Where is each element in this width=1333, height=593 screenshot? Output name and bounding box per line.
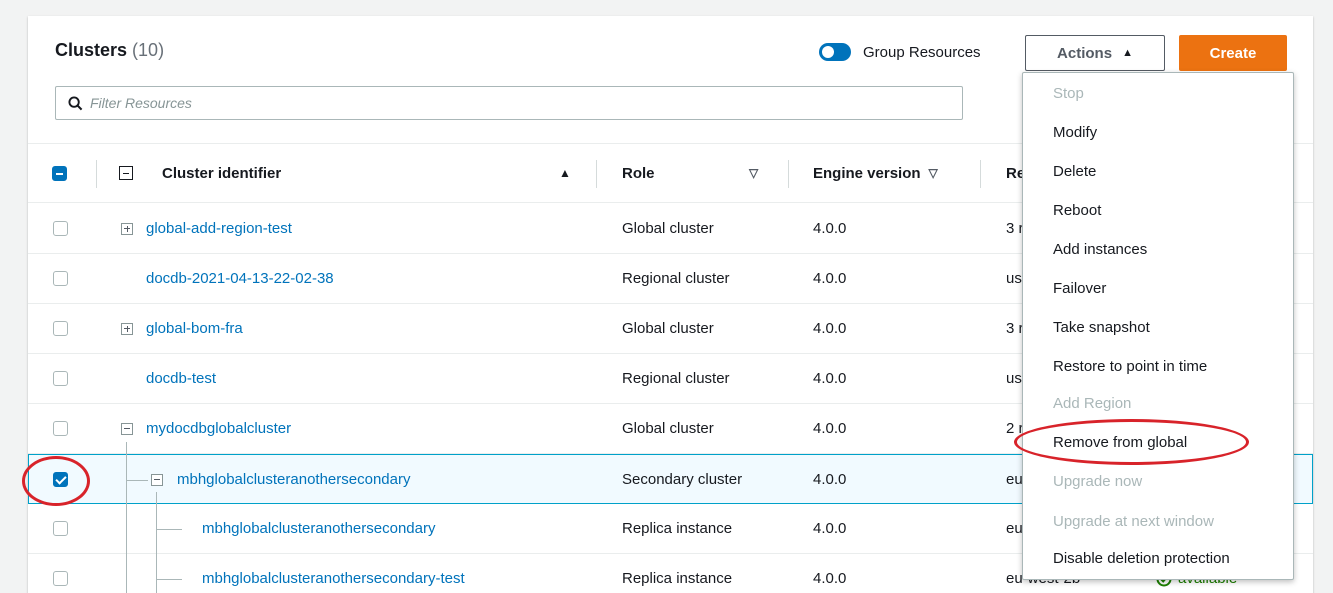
role-cell: Regional cluster <box>622 270 730 287</box>
column-role-label: Role <box>622 164 655 182</box>
row-checkbox[interactable] <box>53 221 68 236</box>
tree-connector <box>156 579 182 580</box>
row-checkbox[interactable] <box>53 371 68 386</box>
menu-item-disable-deletion-protection[interactable]: Disable deletion protection <box>1053 550 1230 567</box>
row-checkbox[interactable] <box>53 271 68 286</box>
expand-icon[interactable] <box>121 322 133 335</box>
region-cell: eu <box>1006 471 1023 488</box>
page-title-text: Clusters <box>55 40 128 60</box>
role-cell: Regional cluster <box>622 370 730 387</box>
collapse-icon[interactable] <box>151 473 163 486</box>
role-cell: Global cluster <box>622 320 714 337</box>
column-divider <box>96 160 97 188</box>
column-cluster-identifier[interactable]: Cluster identifier <box>162 144 281 202</box>
column-divider <box>788 160 789 188</box>
collapse-icon[interactable] <box>121 422 133 435</box>
actions-dropdown-menu: Stop Modify Delete Reboot Add instances … <box>1022 72 1294 580</box>
column-divider <box>596 160 597 188</box>
row-checkbox[interactable] <box>53 521 68 536</box>
engine-cell: 4.0.0 <box>813 420 847 437</box>
page-title: Clusters (10) <box>55 40 164 61</box>
collapse-all-icon[interactable] <box>119 166 133 180</box>
search-icon <box>66 94 84 112</box>
role-cell: Secondary cluster <box>622 471 743 488</box>
sort-icon[interactable]: ▽ <box>749 144 758 202</box>
engine-cell: 4.0.0 <box>813 570 847 587</box>
role-cell: Global cluster <box>622 420 714 437</box>
caret-up-icon: ▲ <box>1122 47 1133 59</box>
cluster-identifier-link[interactable]: mbhglobalclusteranothersecondary-test <box>202 554 465 593</box>
cluster-identifier-link[interactable]: global-bom-fra <box>146 304 243 353</box>
annotation-circle-remove-from-global <box>1014 419 1249 465</box>
tree-connector <box>126 480 148 481</box>
actions-button[interactable]: Actions ▲ <box>1025 35 1165 71</box>
region-cell: eu <box>1006 520 1023 537</box>
column-engine-version-label: Engine version <box>813 164 921 182</box>
column-divider <box>980 160 981 188</box>
annotation-circle-checkbox <box>22 456 90 506</box>
toggle-label: Group Resources <box>863 43 981 61</box>
select-all-checkbox-cell[interactable] <box>52 144 67 202</box>
engine-cell: 4.0.0 <box>813 270 847 287</box>
column-engine-version[interactable]: Engine version ▽ <box>813 144 938 202</box>
role-cell: Replica instance <box>622 520 733 537</box>
menu-item-modify[interactable]: Modify <box>1053 124 1097 141</box>
create-button[interactable]: Create <box>1179 35 1287 71</box>
menu-item-stop: Stop <box>1053 85 1084 102</box>
collapse-all-cell[interactable] <box>119 144 133 202</box>
role-cell: Global cluster <box>622 220 714 237</box>
menu-item-add-region: Add Region <box>1053 395 1132 412</box>
tree-connector <box>126 442 127 593</box>
menu-item-upgrade-at-next-window: Upgrade at next window <box>1053 513 1214 530</box>
cluster-identifier-link[interactable]: mbhglobalclusteranothersecondary <box>202 504 435 553</box>
engine-cell: 4.0.0 <box>813 320 847 337</box>
row-checkbox[interactable] <box>53 421 68 436</box>
menu-item-delete[interactable]: Delete <box>1053 163 1096 180</box>
filter-resources-search[interactable] <box>55 86 963 120</box>
engine-cell: 4.0.0 <box>813 220 847 237</box>
menu-item-take-snapshot[interactable]: Take snapshot <box>1053 319 1150 336</box>
tree-connector <box>156 529 182 530</box>
row-checkbox[interactable] <box>53 571 68 586</box>
cluster-identifier-link[interactable]: docdb-test <box>146 354 216 403</box>
row-checkbox[interactable] <box>53 321 68 336</box>
search-input[interactable] <box>90 95 890 111</box>
menu-item-add-instances[interactable]: Add instances <box>1053 241 1147 258</box>
create-button-label: Create <box>1209 44 1257 62</box>
cluster-count: (10) <box>132 40 165 60</box>
group-resources-toggle[interactable]: Group Resources <box>819 43 981 61</box>
toggle-switch[interactable] <box>819 43 851 61</box>
column-role[interactable]: Role <box>622 144 655 202</box>
menu-item-failover[interactable]: Failover <box>1053 280 1106 297</box>
menu-item-restore-to-point-in-time[interactable]: Restore to point in time <box>1053 358 1207 375</box>
engine-cell: 4.0.0 <box>813 370 847 387</box>
role-cell: Replica instance <box>622 570 733 587</box>
tree-connector <box>156 492 157 593</box>
menu-item-reboot[interactable]: Reboot <box>1053 202 1101 219</box>
region-cell: 3 r <box>1006 220 1024 237</box>
engine-cell: 4.0.0 <box>813 520 847 537</box>
engine-cell: 4.0.0 <box>813 471 847 488</box>
region-cell: 3 r <box>1006 320 1024 337</box>
select-all-checkbox[interactable] <box>52 165 67 181</box>
column-cluster-identifier-label: Cluster identifier <box>162 164 282 182</box>
cluster-identifier-link[interactable]: mydocdbglobalcluster <box>146 404 291 453</box>
cluster-identifier-link[interactable]: mbhglobalclusteranothersecondary <box>177 455 410 504</box>
cluster-identifier-link[interactable]: global-add-region-test <box>146 204 292 253</box>
cluster-identifier-link[interactable]: docdb-2021-04-13-22-02-38 <box>146 254 334 303</box>
expand-icon[interactable] <box>121 222 133 235</box>
sort-ascending-icon[interactable]: ▲ <box>559 144 571 202</box>
menu-item-upgrade-now: Upgrade now <box>1053 473 1143 490</box>
actions-button-label: Actions <box>1057 44 1113 62</box>
sort-icon[interactable]: ▽ <box>929 166 938 180</box>
